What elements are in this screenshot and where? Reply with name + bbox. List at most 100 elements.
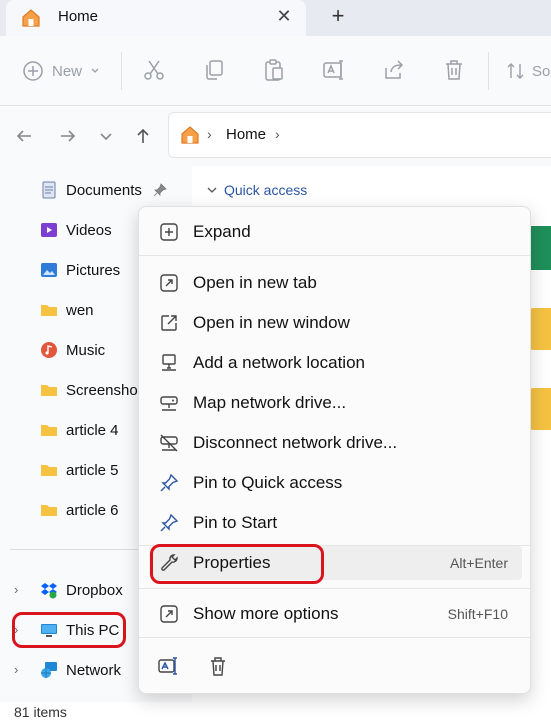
open-new-window-icon — [161, 315, 177, 331]
sidebar-item-network[interactable]: Network — [40, 658, 121, 682]
sidebar-item-label: Pictures — [66, 261, 121, 279]
paste-icon[interactable] — [262, 58, 286, 84]
delete-icon[interactable] — [207, 655, 229, 677]
sidebar-item-label: article 6 — [66, 501, 119, 519]
new-tab-button[interactable]: + — [326, 4, 350, 28]
back-arrow-icon[interactable] — [14, 126, 34, 150]
sidebar-item-article-4[interactable]: article 4 — [40, 418, 119, 442]
breadcrumb-separator[interactable]: › — [275, 126, 280, 142]
share-icon[interactable] — [382, 58, 406, 84]
plus-circle-icon — [23, 61, 43, 81]
tab-home[interactable]: Home ✕ — [6, 0, 306, 36]
menu-item-pin-to-quick-access[interactable]: Pin to Quick access — [149, 466, 522, 500]
menu-item-pin-to-start[interactable]: Pin to Start — [149, 506, 522, 540]
menu-item-map-network-drive[interactable]: Map network drive... — [149, 386, 522, 420]
menu-item-open-in-new-tab[interactable]: Open in new tab — [149, 266, 522, 300]
map-drive-icon — [160, 396, 178, 411]
pin-icon[interactable] — [153, 183, 167, 201]
home-icon — [179, 124, 201, 150]
breadcrumb-separator[interactable]: › — [207, 126, 212, 142]
menu-item-add-network-location[interactable]: Add a network location — [149, 346, 522, 380]
sidebar-item-videos[interactable]: Videos — [40, 218, 112, 242]
disconnect-drive-icon — [160, 434, 178, 452]
menu-item-expand[interactable]: Expand — [149, 215, 522, 249]
menu-separator — [139, 588, 530, 589]
sidebar-item-label: Screenshot — [66, 381, 142, 399]
context-menu: Expand Open in new tab Open in new windo… — [138, 206, 531, 694]
menu-item-open-in-new-window[interactable]: Open in new window — [149, 306, 522, 340]
sidebar-item-label: Music — [66, 341, 106, 359]
menu-item-label: Open in new window — [193, 313, 350, 332]
new-button[interactable]: New — [22, 58, 100, 84]
documents-icon — [42, 181, 56, 199]
sidebar-item-screenshot[interactable]: Screenshot — [40, 378, 142, 402]
sidebar-item-label: Videos — [66, 221, 112, 239]
music-icon — [41, 342, 57, 358]
this-pc-highlight-box — [12, 612, 126, 648]
folder-icon — [41, 385, 57, 396]
rename-icon[interactable] — [322, 58, 346, 84]
menu-item-shortcut: Alt+Enter — [450, 555, 508, 571]
address-bar[interactable]: › Home › — [168, 112, 551, 158]
expand-chevron-icon[interactable]: › — [14, 582, 18, 597]
copy-icon[interactable] — [202, 58, 226, 84]
videos-icon — [41, 223, 57, 237]
toolbar: New So — [0, 36, 551, 106]
dropbox-icon — [41, 583, 57, 599]
tab-close-icon[interactable]: ✕ — [274, 6, 294, 26]
rename-icon[interactable] — [158, 655, 180, 677]
menu-item-label: Show more options — [193, 604, 339, 623]
sort-icon — [507, 63, 524, 79]
folder-icon — [41, 505, 57, 516]
breadcrumb-home[interactable]: Home — [226, 126, 266, 143]
sidebar-item-music[interactable]: Music — [40, 338, 105, 362]
sidebar-item-article-5[interactable]: article 5 — [40, 458, 119, 482]
sidebar-item-article-6[interactable]: article 6 — [40, 498, 119, 522]
network-icon — [41, 662, 57, 678]
sort-button[interactable]: So — [506, 58, 550, 84]
folder-thumbnail[interactable] — [530, 308, 551, 350]
sidebar-item-dropbox[interactable]: Dropbox — [40, 578, 123, 602]
menu-item-label: Map network drive... — [193, 393, 347, 412]
sidebar-item-wen[interactable]: wen — [40, 298, 94, 322]
sidebar-item-label: article 5 — [66, 461, 119, 479]
chevron-down-icon — [91, 68, 99, 73]
open-new-tab-icon — [160, 274, 178, 292]
menu-item-label: Expand — [193, 222, 251, 241]
pin-icon — [160, 473, 179, 492]
menu-item-show-more-options[interactable]: Show more options Shift+F10 — [149, 597, 522, 631]
title-bar: Home ✕ + — [0, 0, 551, 36]
folder-thumbnail[interactable] — [530, 388, 551, 430]
chevron-down-icon — [207, 187, 217, 193]
expand-chevron-icon[interactable]: › — [14, 662, 18, 677]
toolbar-divider — [488, 52, 489, 90]
item-count: 81 items — [14, 704, 67, 720]
quick-access-label: Quick access — [224, 182, 308, 198]
quick-access-header[interactable]: Quick access — [206, 182, 307, 198]
sidebar-item-label: Network — [66, 661, 122, 679]
recent-locations-chevron-icon[interactable] — [98, 126, 114, 150]
cut-icon[interactable] — [142, 58, 166, 84]
up-arrow-icon[interactable] — [133, 126, 153, 150]
sidebar-item-pictures[interactable]: Pictures — [40, 258, 120, 282]
menu-item-label: Pin to Start — [193, 513, 278, 532]
tab-title: Home — [58, 8, 99, 25]
menu-item-label: Pin to Quick access — [193, 473, 343, 492]
forward-arrow-icon[interactable] — [58, 126, 78, 150]
menu-separator — [139, 255, 530, 256]
menu-separator — [139, 637, 530, 638]
expand-icon — [160, 223, 178, 241]
menu-item-shortcut: Shift+F10 — [447, 606, 508, 622]
sidebar-item-documents[interactable]: Documents — [40, 178, 142, 202]
sort-label: So — [532, 62, 551, 80]
home-icon — [20, 7, 42, 33]
folder-icon — [41, 425, 57, 436]
status-bar: 81 items — [0, 702, 551, 728]
sidebar-item-label: article 4 — [66, 421, 119, 439]
menu-item-label: Disconnect network drive... — [193, 433, 398, 452]
delete-icon[interactable] — [442, 58, 466, 84]
folder-icon — [41, 305, 57, 316]
menu-item-label: Add a network location — [193, 353, 365, 372]
menu-item-disconnect-network-drive[interactable]: Disconnect network drive... — [149, 426, 522, 460]
folder-icon — [41, 465, 57, 476]
